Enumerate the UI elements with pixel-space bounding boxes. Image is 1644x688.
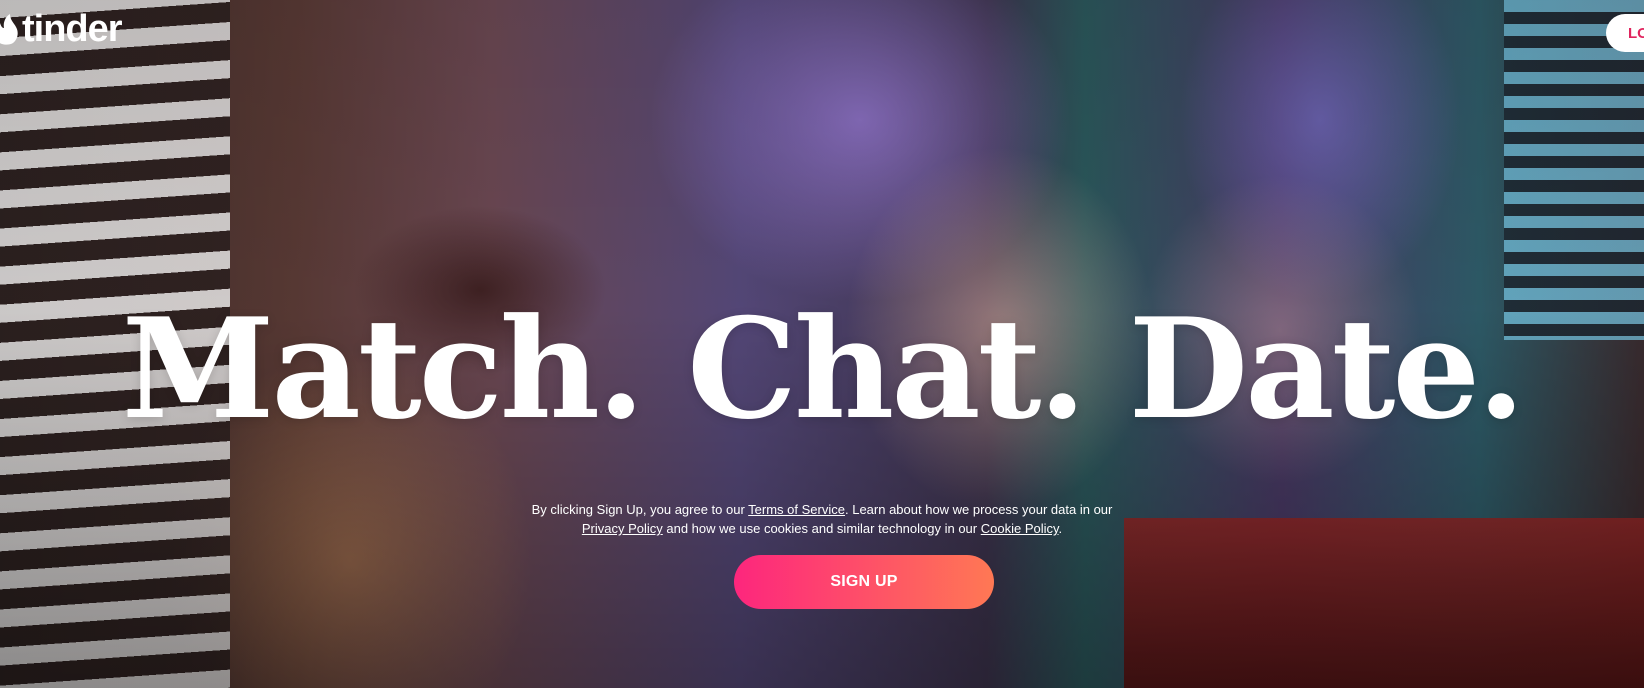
- legal-text-part: .: [1058, 521, 1063, 536]
- cookie-policy-link[interactable]: Cookie Policy: [981, 521, 1059, 536]
- login-button[interactable]: LO: [1606, 14, 1644, 52]
- flame-icon: [0, 14, 18, 45]
- legal-text-part: and how we use cookies and similar techn…: [662, 521, 981, 536]
- terms-of-service-link[interactable]: Terms of Service: [748, 502, 845, 517]
- tinder-logo[interactable]: tinder: [0, 8, 123, 50]
- sign-up-button[interactable]: SIGN UP: [734, 555, 994, 609]
- legal-disclaimer: By clicking Sign Up, you agree to our Te…: [522, 500, 1122, 538]
- privacy-policy-link[interactable]: Privacy Policy: [582, 521, 663, 536]
- legal-text-part: . Learn about how we process your data i…: [844, 502, 1113, 517]
- logo-wordmark: tinder: [22, 8, 123, 50]
- hero-headline: Match. Chat. Date.: [121, 287, 1525, 450]
- hero-section: tinder LO Match. Chat. Date. By clicking…: [0, 0, 1644, 688]
- legal-text-part: By clicking Sign Up, you agree to our: [531, 502, 749, 517]
